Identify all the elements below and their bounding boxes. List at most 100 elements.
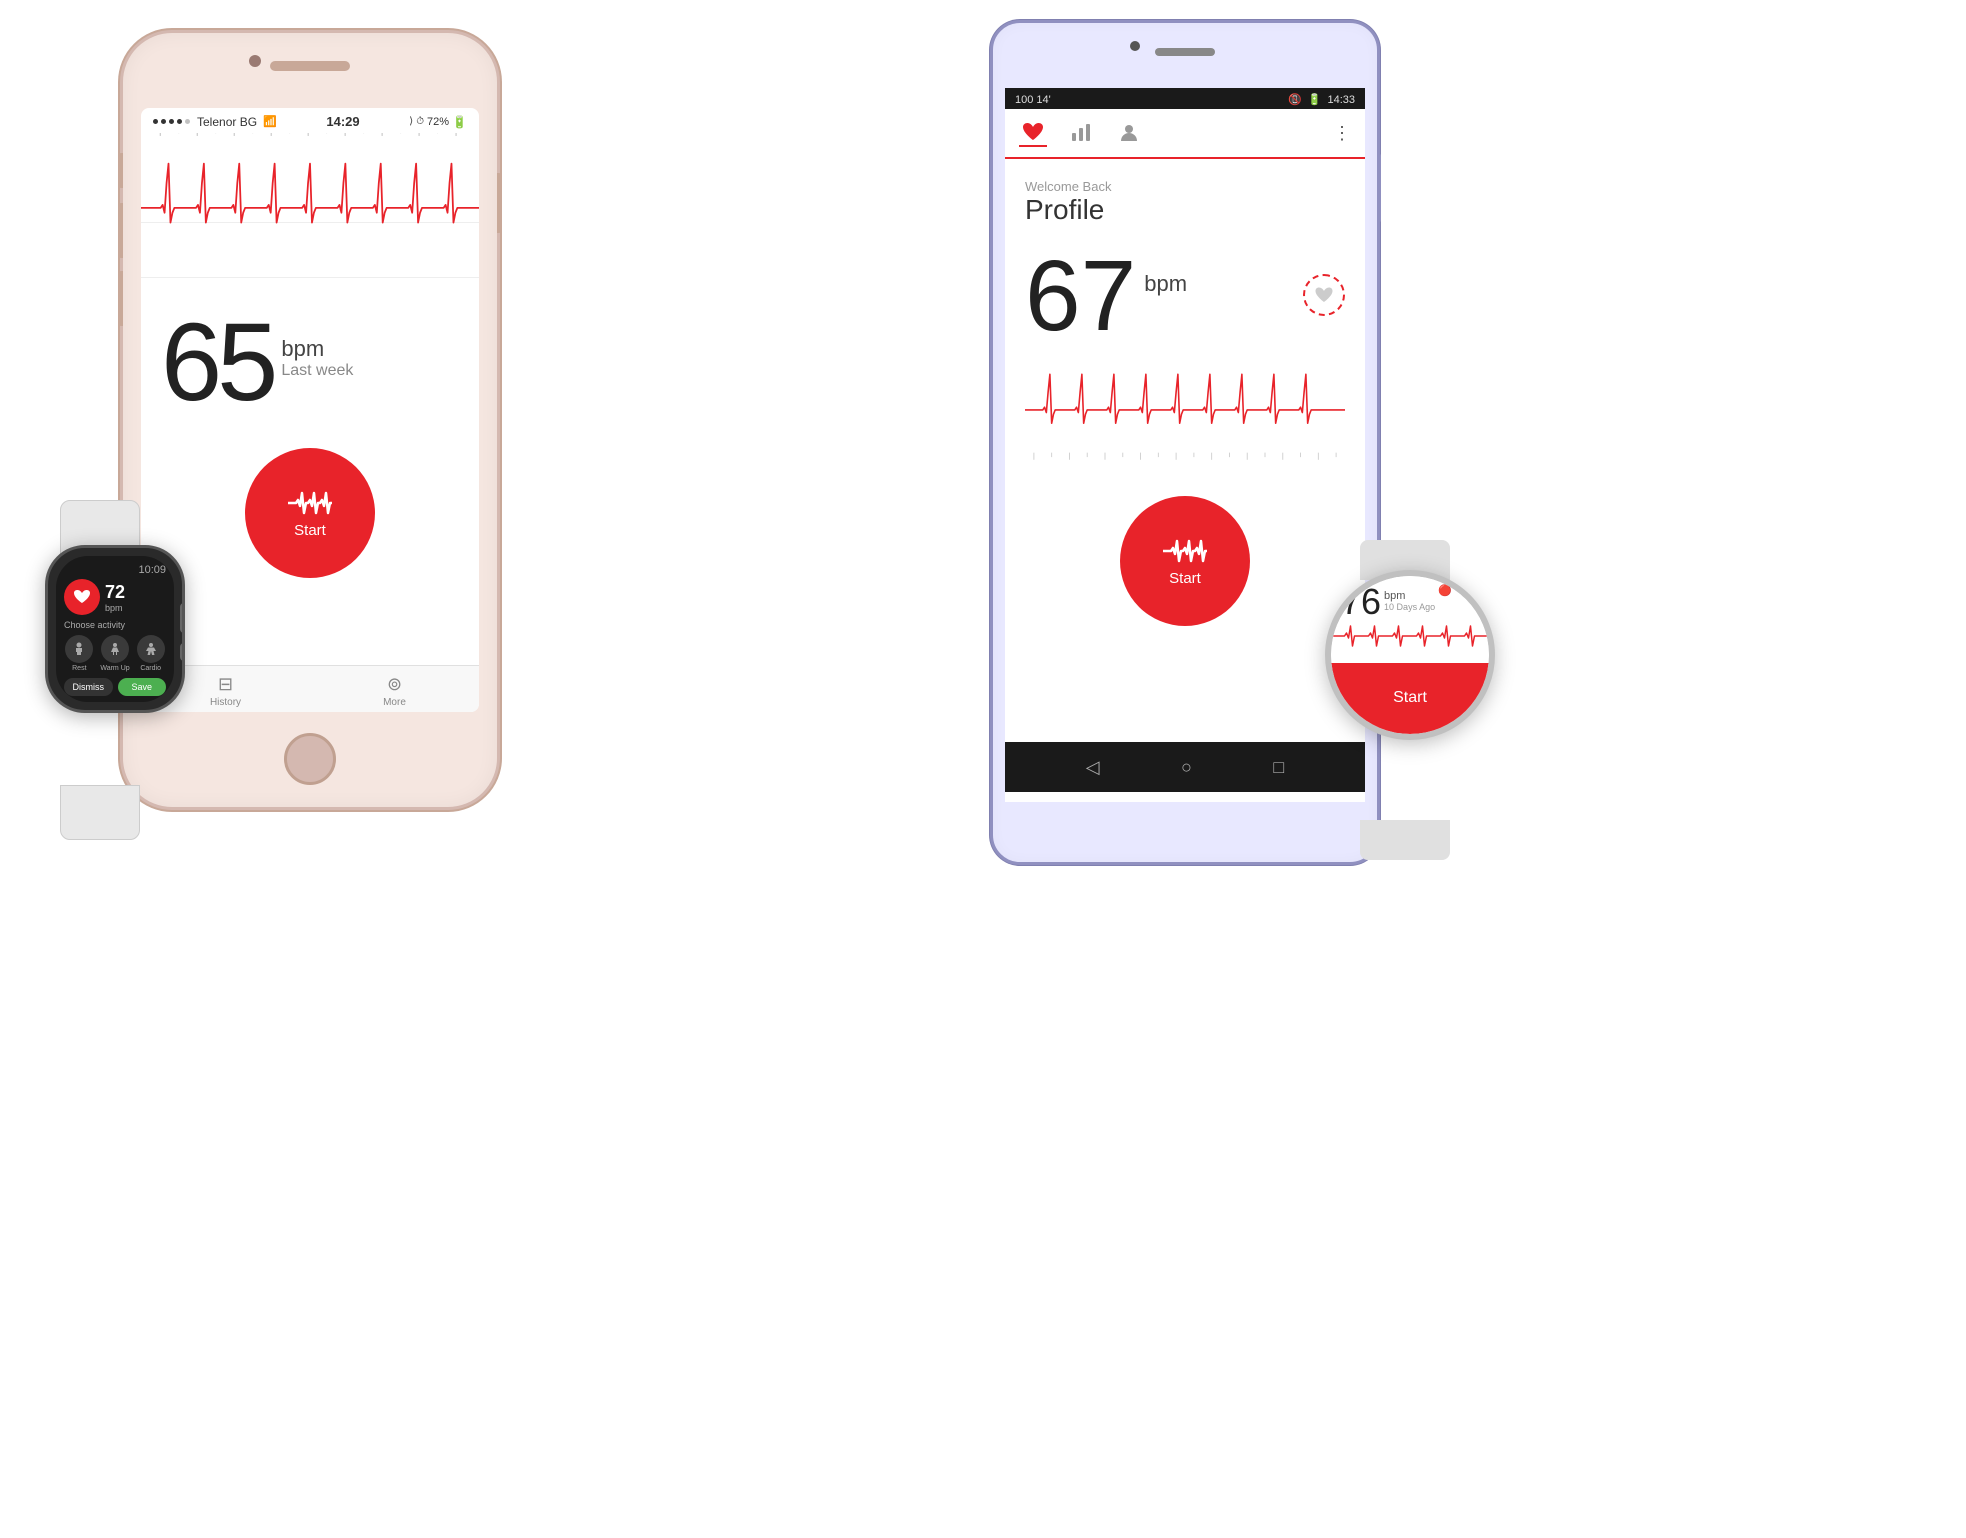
- samsung-bt-icon: 🔴: [1438, 584, 1452, 597]
- ios-bpm-sub: Last week: [281, 362, 353, 380]
- samsung-band-bottom: [1360, 820, 1450, 860]
- ios-carrier: Telenor BG 📶: [153, 115, 277, 129]
- samsung-bpm-value: 76: [1341, 584, 1381, 620]
- iphone-mute-btn: [118, 153, 123, 188]
- watch-bpm-area: 72 bpm: [105, 582, 125, 613]
- watch-activity-rest[interactable]: Rest: [64, 635, 95, 672]
- iphone-camera: [249, 55, 261, 67]
- android-heart-button[interactable]: [1303, 274, 1345, 316]
- battery-icon: 🔋: [452, 115, 467, 129]
- watch-screen: 10:09 72 bpm Choose activity: [56, 556, 174, 702]
- ios-bpm-info: bpm Last week: [281, 308, 353, 380]
- android-battery-icon: 🔋: [1308, 93, 1322, 106]
- android-tab-chart[interactable]: [1067, 119, 1095, 147]
- android-tab-heart[interactable]: [1019, 119, 1047, 147]
- ios-start-label: Start: [294, 522, 326, 539]
- android-time: 14:33: [1327, 94, 1355, 106]
- ios-battery: 72%: [427, 116, 449, 128]
- iphone-speaker: [270, 61, 350, 71]
- signal-dot1: [153, 119, 158, 124]
- watch-activities: Rest Warm Up: [64, 635, 166, 672]
- watch-crown[interactable]: [180, 603, 185, 633]
- android-nav-bar: ◁ ○ □: [1005, 742, 1365, 792]
- watch-content: 10:09 72 bpm Choose activity: [56, 556, 174, 702]
- cardio-icon: [137, 635, 165, 663]
- ios-bpm-value: 65: [161, 308, 273, 418]
- watch-activity-cardio[interactable]: Cardio: [135, 635, 166, 672]
- ios-statusbar: Telenor BG 📶 14:29 ⟩ ⏱ 72% 🔋: [141, 108, 479, 133]
- heart-tab-icon: [1022, 122, 1044, 142]
- ios-start-button[interactable]: Start: [245, 448, 375, 578]
- watch-save-button[interactable]: Save: [118, 678, 167, 696]
- watch-dismiss-button[interactable]: Dismiss: [64, 678, 113, 696]
- android-statusbar: 100 14' 📵 🔋 14:33: [1005, 88, 1365, 109]
- android-profile-title: Profile: [1025, 194, 1345, 226]
- android-status-right: 📵 🔋 14:33: [1288, 93, 1355, 106]
- chart-tab-icon: [1070, 123, 1092, 143]
- android-home-icon[interactable]: ○: [1181, 757, 1192, 778]
- ios-ecg-icon: [288, 488, 332, 518]
- ios-time: 14:29: [326, 114, 359, 129]
- android-ecg-icon: [1163, 536, 1207, 566]
- watch-time: 10:09: [64, 564, 166, 576]
- ios-tab-more[interactable]: ⊚ More: [310, 674, 479, 708]
- samsung-bpm-sub: 10 Days Ago: [1384, 602, 1435, 612]
- more-icon: ⊚: [387, 674, 402, 695]
- samsung-ecg-svg: [1331, 618, 1489, 653]
- signal-dot4: [177, 119, 182, 124]
- android-ecg-display: [1025, 356, 1345, 476]
- samsung-screen-top: 76 bpm 10 Days Ago 🔴: [1331, 576, 1489, 663]
- android-speaker: [1155, 48, 1215, 56]
- watch-side-btn[interactable]: [180, 643, 185, 661]
- iphone-home-button[interactable]: [284, 733, 336, 785]
- watch-body: 10:09 72 bpm Choose activity: [45, 545, 185, 713]
- android-bpm-value: 67: [1025, 246, 1136, 346]
- iphone-vol-down-btn: [118, 271, 123, 326]
- ios-ecg-svg: [141, 143, 479, 253]
- signal-dot2: [161, 119, 166, 124]
- heart-svg: [73, 589, 91, 605]
- watch-heart-icon: [64, 579, 100, 615]
- android-welcome-text: Welcome Back: [1025, 179, 1345, 194]
- signal-dot5: [185, 119, 190, 124]
- activity-cardio-label: Cardio: [140, 665, 161, 672]
- android-more-menu[interactable]: ⋮: [1333, 123, 1351, 144]
- android-status-left: 100 14': [1015, 94, 1051, 106]
- ios-ecg-display: [141, 133, 479, 278]
- samsung-bpm-row: 76 bpm 10 Days Ago 🔴: [1341, 584, 1479, 620]
- cardio-svg: [144, 642, 158, 656]
- ios-bpm-area: 65 bpm Last week: [141, 278, 479, 438]
- android-start-button[interactable]: Start: [1120, 496, 1250, 626]
- samsung-bpm-unit: bpm: [1384, 590, 1435, 602]
- rest-svg: [72, 642, 86, 656]
- android-ticks: [1025, 452, 1345, 464]
- watch-activity-warmup[interactable]: Warm Up: [100, 635, 131, 672]
- android-main-content: Welcome Back Profile 67 bpm: [1005, 159, 1365, 636]
- apple-watch: 10:09 72 bpm Choose activity: [30, 530, 250, 810]
- android-bpm-info: bpm: [1144, 246, 1187, 297]
- ios-status-right: ⟩ ⏱ 72% 🔋: [409, 115, 467, 129]
- ios-bpm-unit: bpm: [281, 336, 353, 362]
- android-recents-icon[interactable]: □: [1273, 757, 1284, 778]
- samsung-watch: 76 bpm 10 Days Ago 🔴 Start: [1320, 560, 1570, 840]
- profile-tab-icon: [1118, 123, 1140, 143]
- alarm-icon: ⏱: [416, 116, 424, 127]
- samsung-screen-bottom[interactable]: Start: [1331, 663, 1489, 734]
- signal-dot3: [169, 119, 174, 124]
- rest-icon: [65, 635, 93, 663]
- wifi-icon: 📶: [263, 115, 277, 128]
- watch-band-bottom: [60, 785, 140, 840]
- android-tab-profile[interactable]: [1115, 119, 1143, 147]
- android-start-label: Start: [1169, 570, 1201, 587]
- ticker-marks: [141, 133, 479, 143]
- watch-choose-label: Choose activity: [64, 620, 166, 630]
- watch-bpm-value: 72: [105, 582, 125, 603]
- android-bpm-unit: bpm: [1144, 271, 1187, 297]
- android-screen: 100 14' 📵 🔋 14:33: [1005, 88, 1365, 802]
- watch-action-buttons: Dismiss Save: [64, 678, 166, 696]
- watch-heart-area: 72 bpm: [64, 579, 166, 615]
- android-back-icon[interactable]: ◁: [1086, 757, 1100, 778]
- android-ecg-svg: [1025, 356, 1345, 446]
- samsung-ecg-mini: [1331, 618, 1489, 658]
- android-camera: [1130, 41, 1140, 51]
